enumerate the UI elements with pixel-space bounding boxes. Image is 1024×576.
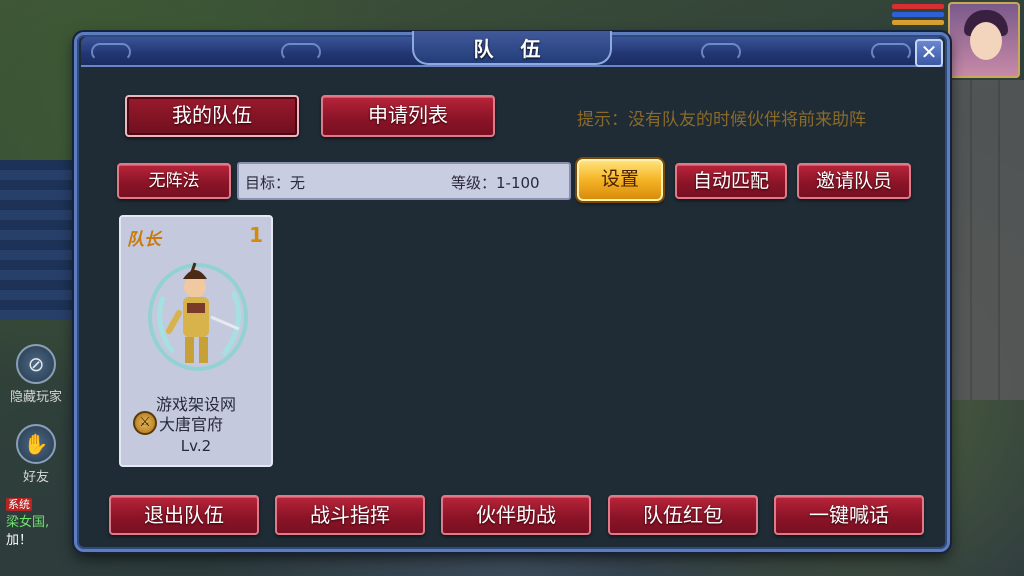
building-roof: [0, 160, 78, 320]
button-label: 战斗指挥: [310, 503, 390, 527]
button-label: 退出队伍: [144, 503, 224, 527]
title-plate: 队 伍: [412, 31, 612, 65]
member-role: 队长: [127, 230, 161, 250]
hint-text: 提示：没有队友的时候伙伴将前来助阵: [577, 110, 866, 130]
sword-icon: ⚔: [133, 411, 157, 435]
settings-button[interactable]: 设置: [577, 159, 663, 201]
target-goal: 目标：无: [245, 174, 306, 192]
team-red-packet-button[interactable]: 队伍红包: [608, 495, 758, 535]
close-icon: ✕: [920, 40, 938, 64]
tab-apply-list[interactable]: 申请列表: [321, 95, 495, 137]
player-status-bars: [892, 4, 944, 28]
dialog-titlebar: 队 伍: [81, 31, 943, 67]
character-avatar: [148, 262, 248, 371]
stone-wall: [944, 80, 1024, 400]
button-label: 伙伴助战: [476, 503, 556, 527]
target-level-range: 等级：1-100: [451, 174, 540, 192]
button-label: 队伍红包: [643, 503, 723, 527]
settings-label: 设置: [600, 168, 639, 190]
formation-label: 无阵法: [148, 171, 200, 191]
member-school-name: 大唐官府: [159, 415, 224, 434]
partner-assist-button[interactable]: 伙伴助战: [441, 495, 591, 535]
swirl-ornament: [281, 43, 321, 61]
hide-icon: ⊘: [16, 344, 56, 384]
swirl-ornament: [91, 43, 131, 61]
leave-team-button[interactable]: 退出队伍: [109, 495, 259, 535]
button-label: 一键喊话: [809, 503, 889, 527]
team-dialog: 队 伍 ✕ 我的队伍 申请列表 提示：没有队友的时候伙伴将前来助阵 无阵法 目标…: [74, 31, 950, 552]
tab-my-team[interactable]: 我的队伍: [125, 95, 299, 137]
left-hud-friends: ✋ 好友: [4, 424, 68, 485]
chat-panel[interactable]: 系统 梁女国, 加！: [6, 496, 72, 550]
chat-line: 加！: [6, 533, 33, 548]
handshake-icon: ✋: [16, 424, 56, 464]
team-member-card[interactable]: 队长 1 游戏架设网 ⚔ 大唐官府 Lv.2: [119, 215, 273, 467]
friends-label: 好友: [22, 470, 49, 485]
chat-channel-tag: 系统: [6, 498, 32, 511]
auto-match-button[interactable]: 自动匹配: [675, 163, 787, 199]
member-level: Lv.2: [180, 437, 212, 455]
battle-command-button[interactable]: 战斗指挥: [275, 495, 425, 535]
portrait-face: [970, 22, 1002, 60]
auto-match-label: 自动匹配: [692, 170, 769, 192]
one-click-shout-button[interactable]: 一键喊话: [774, 495, 924, 535]
team-target-field: 目标：无 等级：1-100: [237, 162, 571, 200]
hide-players-label: 隐藏玩家: [9, 390, 62, 405]
dialog-title: 队 伍: [473, 36, 551, 61]
member-school: ⚔ 大唐官府: [133, 411, 223, 435]
member-slot-number: 1: [249, 223, 263, 247]
invite-label: 邀请队员: [815, 170, 892, 192]
hide-players-button[interactable]: ⊘ 隐藏玩家: [4, 344, 68, 405]
player-portrait[interactable]: [948, 2, 1020, 78]
tab-label: 我的队伍: [172, 103, 252, 127]
friends-button[interactable]: ✋ 好友: [4, 424, 68, 485]
swirl-ornament: [701, 43, 741, 61]
invite-member-button[interactable]: 邀请队员: [797, 163, 911, 199]
left-hud: ⊘ 隐藏玩家: [4, 344, 68, 405]
close-button[interactable]: ✕: [915, 39, 943, 67]
tab-label: 申请列表: [368, 103, 448, 127]
swirl-ornament: [871, 43, 911, 61]
formation-button[interactable]: 无阵法: [117, 163, 231, 199]
chat-line: 梁女国,: [6, 515, 50, 530]
